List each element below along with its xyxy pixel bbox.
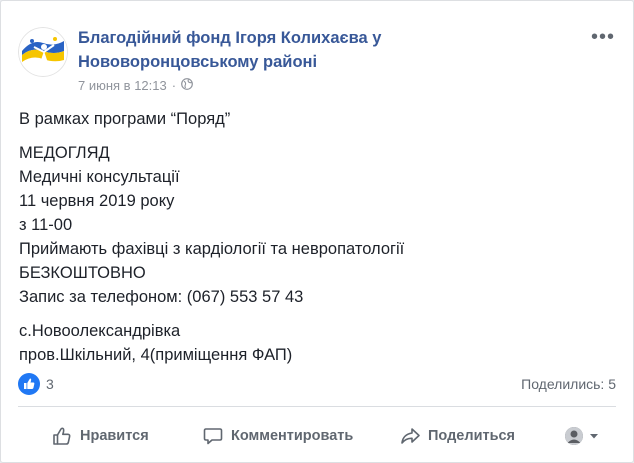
- post-content: В рамках програми “Поряд” МЕДОГЛЯД Медич…: [19, 107, 609, 367]
- post-line: БЕЗКОШТОВНО: [19, 264, 146, 282]
- likes-count[interactable]: 3: [46, 375, 54, 393]
- post-line: Медичні консультації: [19, 168, 180, 186]
- post-stats: 3 Поделились: 5: [18, 373, 616, 395]
- shares-count[interactable]: Поделились: 5: [521, 375, 616, 393]
- post-meta: 7 июня в 12:13 ·: [78, 77, 193, 95]
- comment-button-label: Комментировать: [231, 428, 354, 444]
- like-button[interactable]: Нравится: [51, 413, 149, 459]
- post-address: с.Новоолександрівка пров.Шкільний, 4(при…: [19, 319, 609, 367]
- share-button[interactable]: Поделиться: [399, 413, 515, 459]
- page-avatar[interactable]: [18, 27, 68, 77]
- share-button-label: Поделиться: [428, 428, 516, 444]
- thumbs-up-icon: [53, 427, 71, 445]
- chevron-down-icon: [590, 434, 598, 439]
- globe-icon[interactable]: [181, 77, 193, 95]
- address-line: пров.Шкільний, 4(приміщення ФАП): [19, 346, 293, 364]
- share-icon: [401, 428, 420, 444]
- comment-button[interactable]: Комментировать: [202, 413, 353, 459]
- post-header: Благодійний фонд Ігоря Колихаєва у Новов…: [18, 23, 618, 95]
- post-line: Запис за телефоном: (067) 553 57 43: [19, 288, 304, 306]
- divider: [18, 406, 616, 407]
- like-icon[interactable]: [18, 373, 40, 395]
- user-avatar: [565, 427, 583, 445]
- comment-icon: [203, 428, 223, 445]
- audience-selector[interactable]: [565, 413, 601, 459]
- post-line: Приймають фахівці з кардіології та невро…: [19, 240, 405, 258]
- post-timestamp[interactable]: 7 июня в 12:13: [78, 77, 167, 95]
- post-intro: В рамках програми “Поряд”: [19, 110, 231, 128]
- post-line: з 11-00: [19, 216, 73, 234]
- meta-separator: ·: [171, 78, 177, 93]
- post-line: 11 червня 2019 року: [19, 192, 175, 210]
- page-name-link[interactable]: Благодійний фонд Ігоря Колихаєва у Новов…: [78, 26, 518, 74]
- action-bar: Нравится Комментировать Поделиться: [18, 413, 616, 459]
- post-line: МЕДОГЛЯД: [19, 144, 110, 162]
- more-icon[interactable]: •••: [591, 27, 615, 47]
- like-button-label: Нравится: [80, 428, 149, 444]
- post-details: МЕДОГЛЯД Медичні консультації 11 червня …: [19, 141, 609, 309]
- address-line: с.Новоолександрівка: [19, 322, 181, 340]
- post-card: Благодійний фонд Ігоря Колихаєва у Новов…: [0, 0, 634, 463]
